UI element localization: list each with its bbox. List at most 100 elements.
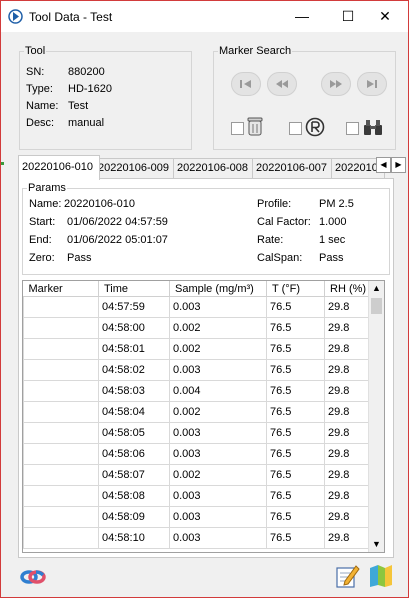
cell-temperature[interactable]: 76.5 bbox=[266, 380, 325, 402]
cell-time[interactable]: 04:58:01 bbox=[98, 338, 170, 360]
tab-scroll-right-button[interactable]: ▶ bbox=[391, 157, 406, 173]
cal-factor-value: 1.000 bbox=[319, 216, 347, 228]
cell-sample[interactable]: 0.003 bbox=[169, 485, 267, 507]
cell-temperature[interactable]: 76.5 bbox=[266, 338, 325, 360]
cell-temperature[interactable]: 76.5 bbox=[266, 464, 325, 486]
table-row[interactable]: 04:58:08 0.003 76.5 29.8 bbox=[23, 485, 373, 507]
cell-humidity[interactable]: 29.8 bbox=[323, 443, 373, 465]
cell-temperature[interactable]: 76.5 bbox=[266, 485, 325, 507]
cell-sample[interactable]: 0.002 bbox=[169, 401, 267, 423]
cell-time[interactable]: 04:58:08 bbox=[98, 485, 170, 507]
cell-sample[interactable]: 0.002 bbox=[169, 338, 267, 360]
table-row[interactable]: 04:58:00 0.002 76.5 29.8 bbox=[23, 317, 373, 339]
scroll-up-button[interactable]: ▲ bbox=[369, 281, 384, 296]
table-row[interactable]: 04:58:05 0.003 76.5 29.8 bbox=[23, 422, 373, 444]
cell-temperature[interactable]: 76.5 bbox=[266, 527, 325, 549]
tab-scroll-left-button[interactable]: ◀ bbox=[376, 157, 391, 173]
cell-time[interactable]: 04:58:06 bbox=[98, 443, 170, 465]
cell-marker[interactable] bbox=[23, 338, 99, 360]
cell-marker[interactable] bbox=[23, 359, 99, 381]
cell-humidity[interactable]: 29.8 bbox=[323, 338, 373, 360]
table-row[interactable]: 04:58:06 0.003 76.5 29.8 bbox=[23, 443, 373, 465]
cell-temperature[interactable]: 76.5 bbox=[266, 317, 325, 339]
table-row[interactable]: 04:58:04 0.002 76.5 29.8 bbox=[23, 401, 373, 423]
export-icon[interactable] bbox=[368, 564, 394, 588]
table-row[interactable]: 04:58:02 0.003 76.5 29.8 bbox=[23, 359, 373, 381]
tab-session-1[interactable]: 20220106-010 bbox=[18, 155, 100, 180]
cell-temperature[interactable]: 76.5 bbox=[266, 506, 325, 528]
cell-temperature[interactable]: 76.5 bbox=[266, 296, 325, 318]
tab-session-4[interactable]: 20220106-007 bbox=[252, 158, 337, 179]
cell-temperature[interactable]: 76.5 bbox=[266, 443, 325, 465]
next-marker-button[interactable] bbox=[321, 72, 351, 96]
cell-humidity[interactable]: 29.8 bbox=[323, 506, 373, 528]
cell-humidity[interactable]: 29.8 bbox=[323, 317, 373, 339]
cell-marker[interactable] bbox=[23, 296, 99, 318]
cell-sample[interactable]: 0.003 bbox=[169, 296, 267, 318]
col-header-humidity[interactable]: RH (%) bbox=[324, 281, 373, 297]
cell-time[interactable]: 04:58:09 bbox=[98, 506, 170, 528]
cell-temperature[interactable]: 76.5 bbox=[266, 359, 325, 381]
vertical-scrollbar[interactable]: ▲ ▼ bbox=[368, 281, 384, 552]
cell-humidity[interactable]: 29.8 bbox=[323, 380, 373, 402]
cell-marker[interactable] bbox=[23, 422, 99, 444]
cell-time[interactable]: 04:58:03 bbox=[98, 380, 170, 402]
table-row[interactable]: 04:58:01 0.002 76.5 29.8 bbox=[23, 338, 373, 360]
col-header-marker[interactable]: Marker bbox=[23, 281, 99, 297]
first-marker-button[interactable] bbox=[231, 72, 261, 96]
last-marker-button[interactable] bbox=[357, 72, 387, 96]
previous-marker-button[interactable] bbox=[267, 72, 297, 96]
cell-sample[interactable]: 0.004 bbox=[169, 380, 267, 402]
cell-sample[interactable]: 0.003 bbox=[169, 527, 267, 549]
col-header-time[interactable]: Time bbox=[98, 281, 170, 297]
cell-time[interactable]: 04:58:07 bbox=[98, 464, 170, 486]
col-header-sample[interactable]: Sample (mg/m³) bbox=[169, 281, 267, 297]
record-filter-checkbox[interactable] bbox=[289, 122, 302, 135]
table-row[interactable]: 04:58:10 0.003 76.5 29.8 bbox=[23, 527, 373, 549]
binoculars-filter-checkbox[interactable] bbox=[346, 122, 359, 135]
trash-filter-checkbox[interactable] bbox=[231, 122, 244, 135]
cell-sample[interactable]: 0.002 bbox=[169, 317, 267, 339]
tab-session-3[interactable]: 20220106-008 bbox=[173, 158, 258, 179]
cell-marker[interactable] bbox=[23, 380, 99, 402]
cell-humidity[interactable]: 29.8 bbox=[323, 485, 373, 507]
cell-temperature[interactable]: 76.5 bbox=[266, 401, 325, 423]
cell-time[interactable]: 04:58:10 bbox=[98, 527, 170, 549]
close-button[interactable]: ✕ bbox=[362, 1, 408, 32]
minimize-button[interactable]: — bbox=[279, 1, 325, 32]
cell-humidity[interactable]: 29.8 bbox=[323, 401, 373, 423]
cell-marker[interactable] bbox=[23, 443, 99, 465]
cell-sample[interactable]: 0.002 bbox=[169, 464, 267, 486]
cell-humidity[interactable]: 29.8 bbox=[323, 464, 373, 486]
table-row[interactable]: 04:58:03 0.004 76.5 29.8 bbox=[23, 380, 373, 402]
cell-marker[interactable] bbox=[23, 464, 99, 486]
cell-humidity[interactable]: 29.8 bbox=[323, 296, 373, 318]
scroll-thumb[interactable] bbox=[371, 298, 382, 314]
cell-marker[interactable] bbox=[23, 485, 99, 507]
cell-time[interactable]: 04:58:00 bbox=[98, 317, 170, 339]
col-header-temperature[interactable]: T (°F) bbox=[266, 281, 325, 297]
cell-time[interactable]: 04:58:02 bbox=[98, 359, 170, 381]
edit-icon[interactable] bbox=[336, 564, 360, 588]
cell-sample[interactable]: 0.003 bbox=[169, 506, 267, 528]
cell-humidity[interactable]: 29.8 bbox=[323, 527, 373, 549]
cell-time[interactable]: 04:57:59 bbox=[98, 296, 170, 318]
cell-marker[interactable] bbox=[23, 401, 99, 423]
cell-sample[interactable]: 0.003 bbox=[169, 443, 267, 465]
cell-humidity[interactable]: 29.8 bbox=[323, 359, 373, 381]
cell-sample[interactable]: 0.003 bbox=[169, 422, 267, 444]
cell-marker[interactable] bbox=[23, 527, 99, 549]
cell-time[interactable]: 04:58:04 bbox=[98, 401, 170, 423]
table-row[interactable]: 04:57:59 0.003 76.5 29.8 bbox=[23, 296, 373, 318]
cell-marker[interactable] bbox=[23, 317, 99, 339]
cell-sample[interactable]: 0.003 bbox=[169, 359, 267, 381]
cell-marker[interactable] bbox=[23, 506, 99, 528]
cell-temperature[interactable]: 76.5 bbox=[266, 422, 325, 444]
scroll-down-button[interactable]: ▼ bbox=[369, 537, 384, 552]
table-row[interactable]: 04:58:09 0.003 76.5 29.8 bbox=[23, 506, 373, 528]
table-row[interactable]: 04:58:07 0.002 76.5 29.8 bbox=[23, 464, 373, 486]
tab-session-2[interactable]: 20220106-009 bbox=[94, 158, 179, 179]
cell-time[interactable]: 04:58:05 bbox=[98, 422, 170, 444]
cell-humidity[interactable]: 29.8 bbox=[323, 422, 373, 444]
sync-icon[interactable] bbox=[20, 566, 46, 588]
